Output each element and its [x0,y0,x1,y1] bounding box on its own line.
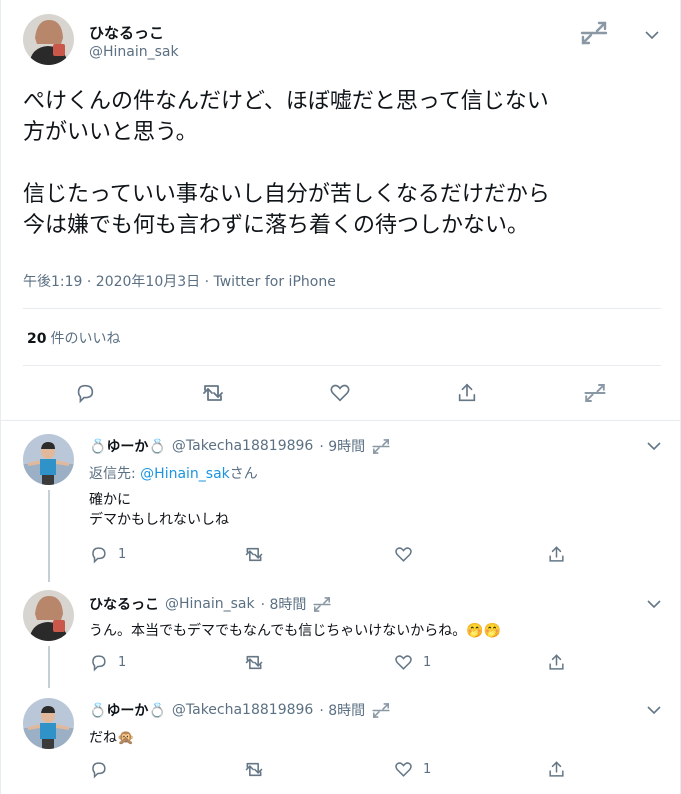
retweet-icon[interactable] [582,380,608,406]
chevron-down-icon[interactable] [646,594,662,609]
reply-text: だね🙊 [89,730,135,746]
ring-emoji: 💍 [148,439,166,455]
divider [23,308,661,309]
heart-icon[interactable] [327,380,353,406]
reply-icon[interactable]: 1 [89,653,126,672]
reply-text: うん。本当でもデマでもなんでも信じちゃいけないからね。🤭🤭 [89,623,502,639]
reply-text: 確かに デマかもしれないしね [89,492,229,528]
thread-line [48,490,50,582]
ring-emoji: 💍 [89,439,107,455]
chevron-down-icon[interactable] [646,436,662,451]
ring-emoji: 💍 [89,703,107,719]
tweet-thread: ひなるっこ @Hinain_sak ぺけくんの件なんだけど、ほぼ嘘だと思って信じ… [0,0,681,794]
tweet-text-line: 方がいいと思う。 [23,120,198,145]
reply-to: 返信先: @Hinain_sakさん [89,466,258,482]
author-name[interactable]: 💍ゆーか💍 [89,436,166,456]
reply-count: 1 [118,547,127,562]
reply-icon[interactable] [72,380,98,406]
heart-icon[interactable]: 1 [394,760,431,779]
tweet-timestamp[interactable]: 午後1:19 · 2020年10月3日 · Twitter for iPhone [23,271,336,291]
share-icon[interactable] [547,545,566,564]
reply-time[interactable]: · 8時間 [319,700,365,720]
tweet-text-line: ぺけくんの件なんだけど、ほぼ嘘だと思って信じない [23,89,549,114]
tweet-text-line: 今は嫌でも何も言わずに落ち着くの待つしかない。 [23,213,530,238]
reply-icon[interactable] [89,760,118,779]
likes-summary[interactable]: 20 件のいいね [27,328,120,348]
share-icon[interactable] [547,760,566,779]
author-handle[interactable]: @Takecha18819896 [172,438,313,454]
share-icon[interactable] [454,380,480,406]
thread-line [48,646,50,688]
tweet-text: ぺけくんの件なんだけど、ほぼ嘘だと思って信じない 方がいいと思う。 信じたってい… [23,86,663,241]
tweet-text-line: 信じたっていい事ないし自分が苦しくなるだけだから [23,182,550,207]
avatar[interactable] [23,434,74,485]
avatar[interactable] [23,590,74,641]
likes-label: 件のいいね [50,331,121,347]
reply-header: ひなるっこ @Hinain_sak · 8時間 [89,594,332,614]
like-count: 1 [423,655,432,670]
avatar[interactable] [23,14,74,65]
heart-icon[interactable]: 1 [394,653,431,672]
share-icon[interactable] [547,653,566,672]
likes-count: 20 [27,331,47,347]
author-name[interactable]: ひなるっこ [89,22,164,43]
avatar[interactable] [23,698,74,749]
author-handle[interactable]: @Hinain_sak [165,596,255,612]
reply-icon[interactable]: 1 [89,545,126,564]
reply-time[interactable]: · 9時間 [319,436,365,456]
retweet-icon[interactable] [244,545,264,564]
retweet-icon[interactable] [371,702,391,719]
emoji-text: 🙊 [117,730,135,746]
retweet-icon[interactable] [244,653,264,672]
author-name[interactable]: 💍ゆーか💍 [89,700,166,720]
reply-header: 💍ゆーか💍 @Takecha18819896 · 8時間 [89,700,391,720]
retweet-icon[interactable] [312,596,332,613]
reply-count: 1 [118,655,127,670]
reply-time[interactable]: · 8時間 [261,594,307,614]
divider [1,420,681,421]
retweet-icon[interactable] [579,20,609,46]
like-count: 1 [423,762,432,777]
ring-emoji: 💍 [148,703,166,719]
divider [23,365,661,366]
chevron-down-icon[interactable] [643,28,661,42]
chevron-down-icon[interactable] [646,700,662,715]
retweet-icon[interactable] [200,380,226,406]
emoji-text: 🤭🤭 [466,623,502,639]
author-handle[interactable]: @Hinain_sak [89,44,179,60]
heart-icon[interactable] [394,545,423,564]
retweet-icon[interactable] [371,438,391,455]
author-handle[interactable]: @Takecha18819896 [172,702,313,718]
reply-header: 💍ゆーか💍 @Takecha18819896 · 9時間 [89,436,391,456]
retweet-icon[interactable] [244,760,264,779]
author-name[interactable]: ひなるっこ [89,594,159,614]
mention-link[interactable]: @Hinain_sak [140,466,230,482]
